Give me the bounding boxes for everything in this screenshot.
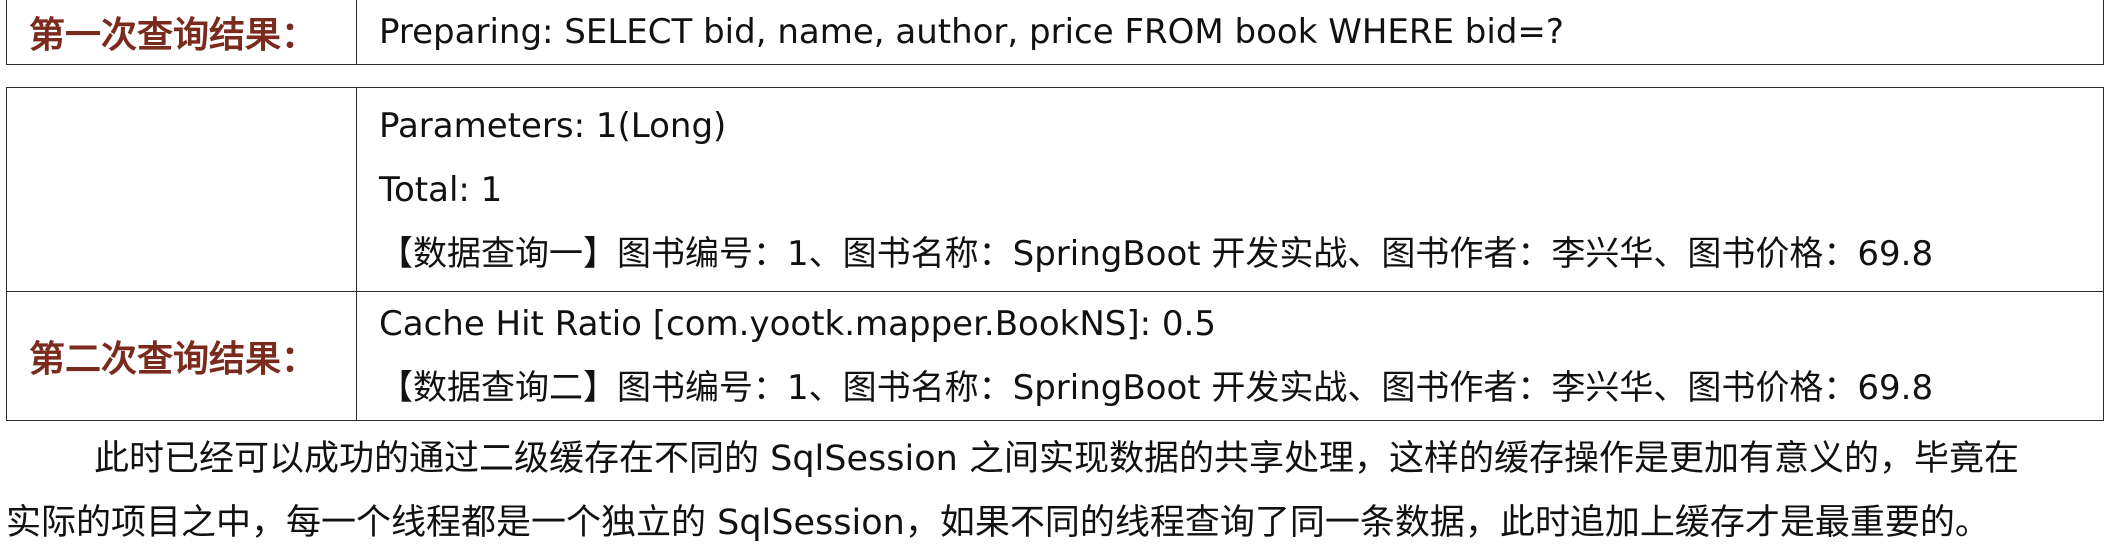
paragraph-line-1: 此时已经可以成功的通过二级缓存在不同的 SqlSession 之间实现数据的共享… xyxy=(94,439,2019,479)
first-result-label-continued xyxy=(7,88,357,291)
first-result-content-continued: Parameters: 1(Long) Total: 1 【数据查询一】图书编号… xyxy=(357,88,2103,291)
first-result-label: 第一次查询结果： xyxy=(7,0,357,64)
total-line: Total: 1 xyxy=(379,169,503,210)
second-result-label: 第二次查询结果： xyxy=(7,291,357,420)
cache-hit-ratio-line: Cache Hit Ratio [com.yootk.mapper.BookNS… xyxy=(379,304,1216,344)
paragraph-line-2: 实际的项目之中，每一个线程都是一个独立的 SqlSession，如果不同的线程查… xyxy=(6,503,1990,543)
query-two-output-line: 【数据查询二】图书编号：1、图书名称：SpringBoot 开发实战、图书作者：… xyxy=(379,368,1934,408)
first-result-table: 第一次查询结果： Preparing: SELECT bid, name, au… xyxy=(6,0,2104,65)
sql-preparing-line: Preparing: SELECT bid, name, author, pri… xyxy=(379,12,1564,52)
query-one-output-line: 【数据查询一】图书编号：1、图书名称：SpringBoot 开发实战、图书作者：… xyxy=(379,233,1934,274)
result-table-continued: Parameters: 1(Long) Total: 1 【数据查询一】图书编号… xyxy=(6,87,2104,421)
second-result-content: Cache Hit Ratio [com.yootk.mapper.BookNS… xyxy=(357,291,2103,420)
parameters-line: Parameters: 1(Long) xyxy=(379,105,727,146)
first-result-content: Preparing: SELECT bid, name, author, pri… xyxy=(357,0,2103,64)
